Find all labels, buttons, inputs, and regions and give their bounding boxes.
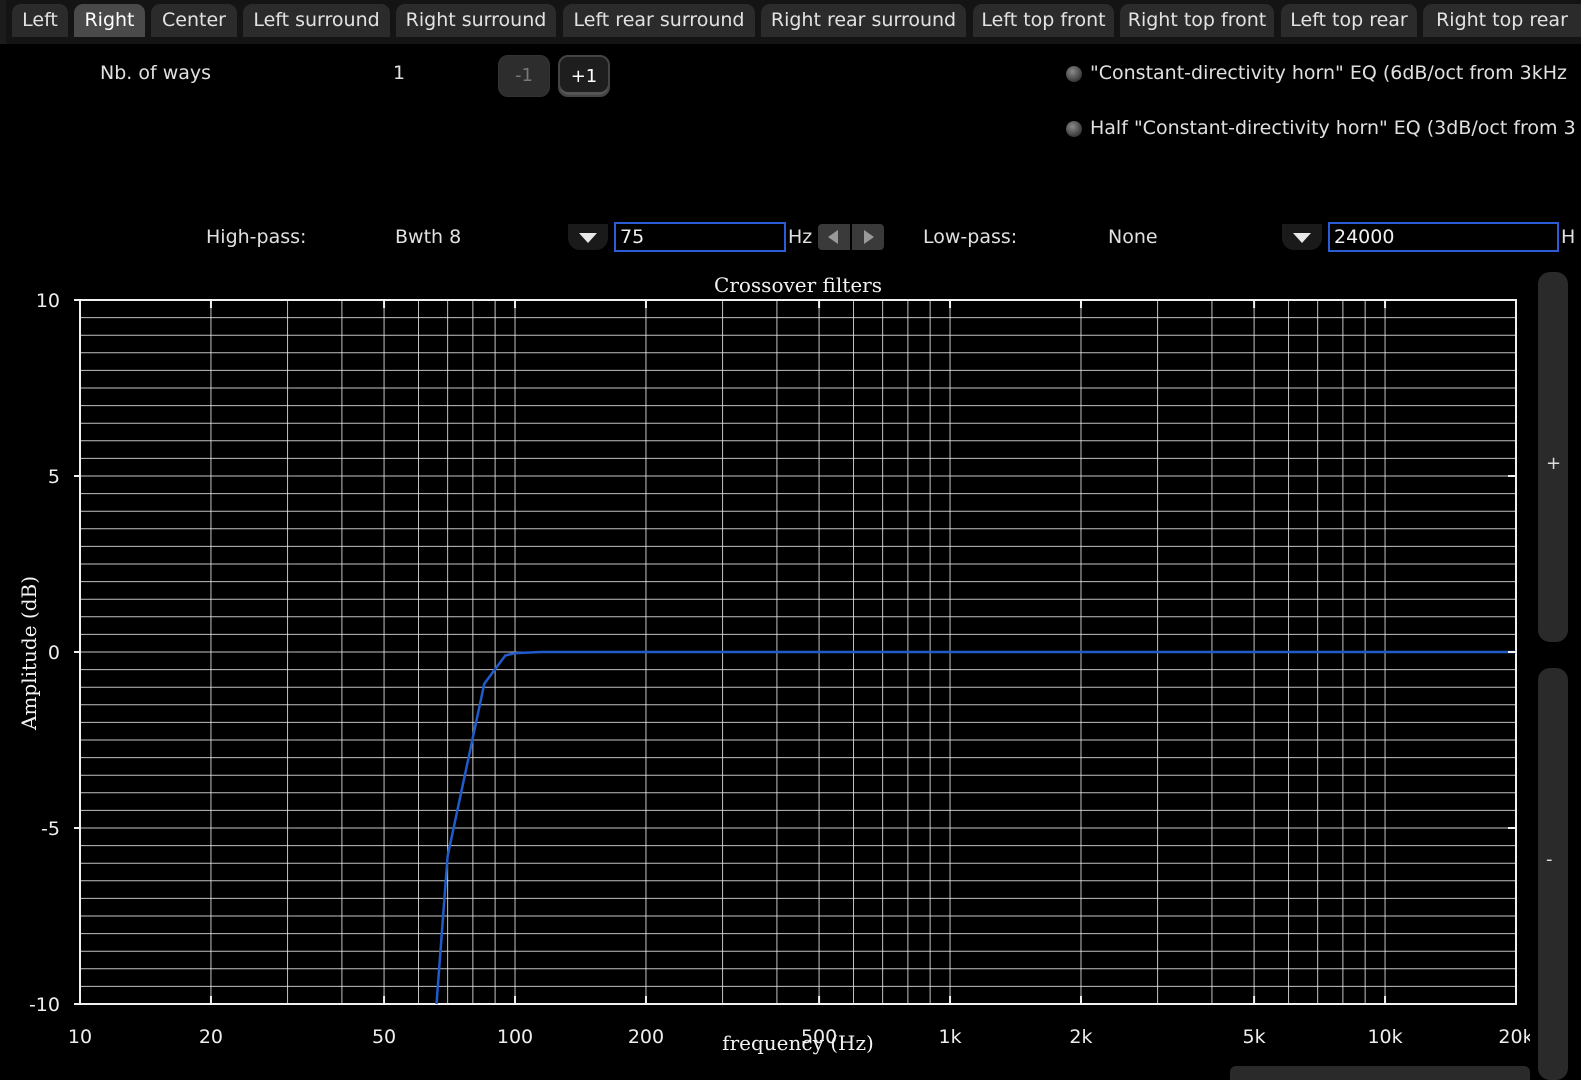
- x-tick-label: 2k: [1069, 1026, 1092, 1048]
- window-edge: [0, 0, 6, 44]
- eq-half-horn-radio[interactable]: [1066, 121, 1082, 137]
- tab-right-top-front[interactable]: Right top front: [1120, 4, 1274, 37]
- lowpass-type-value[interactable]: None: [1108, 226, 1158, 248]
- x-tick-label: 5k: [1243, 1026, 1266, 1048]
- y-tick-label: 0: [48, 642, 60, 664]
- x-tick-label: 1k: [938, 1026, 961, 1048]
- y-tick-label: -5: [41, 818, 60, 840]
- chart-title: Crossover filters: [714, 273, 882, 297]
- tab-right-surround[interactable]: Right surround: [396, 4, 556, 37]
- scroll-down-zone[interactable]: [1538, 668, 1568, 1080]
- tab-left-top-front[interactable]: Left top front: [973, 4, 1114, 37]
- eq-horn-label: "Constant-directivity horn" EQ (6dB/oct …: [1090, 62, 1567, 84]
- y-tick-label: 10: [36, 290, 60, 312]
- tab-right-rear-surround[interactable]: Right rear surround: [761, 4, 966, 37]
- x-tick-label: 10: [68, 1026, 92, 1048]
- horizontal-scrollbar[interactable]: [1230, 1066, 1530, 1080]
- x-axis-label: frequency (Hz): [722, 1031, 874, 1055]
- tab-left-top-rear[interactable]: Left top rear: [1281, 4, 1417, 37]
- crossover-chart-area: 10 5 0 -5 -10 10 20 50 100 200 500 1k 2k 5k 10k 20k Cr…: [0, 264, 1530, 1080]
- lowpass-type-dropdown[interactable]: [1282, 224, 1322, 250]
- frequency-increase-button[interactable]: [852, 224, 884, 250]
- lowpass-frequency-input[interactable]: 24000: [1328, 222, 1559, 252]
- lowpass-unit: H: [1561, 226, 1576, 248]
- eq-horn-radio[interactable]: [1066, 66, 1082, 82]
- decrement-ways-button[interactable]: -1: [498, 55, 550, 97]
- tab-right-top-rear[interactable]: Right top rear: [1423, 4, 1581, 37]
- tab-left-surround[interactable]: Left surround: [243, 4, 390, 37]
- highpass-unit: Hz: [788, 226, 813, 248]
- highpass-label: High-pass:: [206, 226, 307, 248]
- x-tick-label: 200: [628, 1026, 664, 1048]
- y-axis-label: Amplitude (dB): [17, 576, 41, 731]
- frequency-decrease-button[interactable]: [818, 224, 850, 250]
- highpass-frequency-input[interactable]: 75: [614, 222, 786, 252]
- tab-left-rear-surround[interactable]: Left rear surround: [563, 4, 755, 37]
- y-tick-label: -10: [29, 994, 60, 1016]
- x-tick-label: 50: [372, 1026, 396, 1048]
- tab-center[interactable]: Center: [151, 4, 237, 37]
- crossover-chart: 1050-5-10 10 20 50 100 200 500 1k 2k 5k 10k 20k Cr…: [0, 264, 1530, 1080]
- eq-half-horn-label: Half "Constant-directivity horn" EQ (3dB…: [1090, 117, 1576, 139]
- ways-label: Nb. of ways: [100, 62, 212, 84]
- channel-tab-bar: Left Right Center Left surround Right su…: [0, 0, 1581, 46]
- zoom-out-label[interactable]: -: [1546, 849, 1553, 870]
- y-tick-label: 5: [48, 466, 60, 488]
- x-tick-label: 100: [497, 1026, 533, 1048]
- tab-left[interactable]: Left: [12, 4, 68, 37]
- increment-ways-button[interactable]: +1: [558, 55, 610, 97]
- ways-value: 1: [393, 62, 406, 84]
- x-tick-label: 10k: [1367, 1026, 1402, 1048]
- highpass-type-value[interactable]: Bwth 8: [395, 226, 461, 248]
- lowpass-label: Low-pass:: [923, 226, 1018, 248]
- x-tick-label: 20k: [1498, 1026, 1530, 1048]
- channel-settings-panel: Nb. of ways 1 -1 +1 "Constant-directivit…: [0, 44, 1581, 264]
- x-tick-label: 20: [199, 1026, 223, 1048]
- highpass-type-dropdown[interactable]: [568, 224, 608, 250]
- tab-right[interactable]: Right: [74, 4, 145, 37]
- zoom-in-label[interactable]: +: [1546, 453, 1561, 474]
